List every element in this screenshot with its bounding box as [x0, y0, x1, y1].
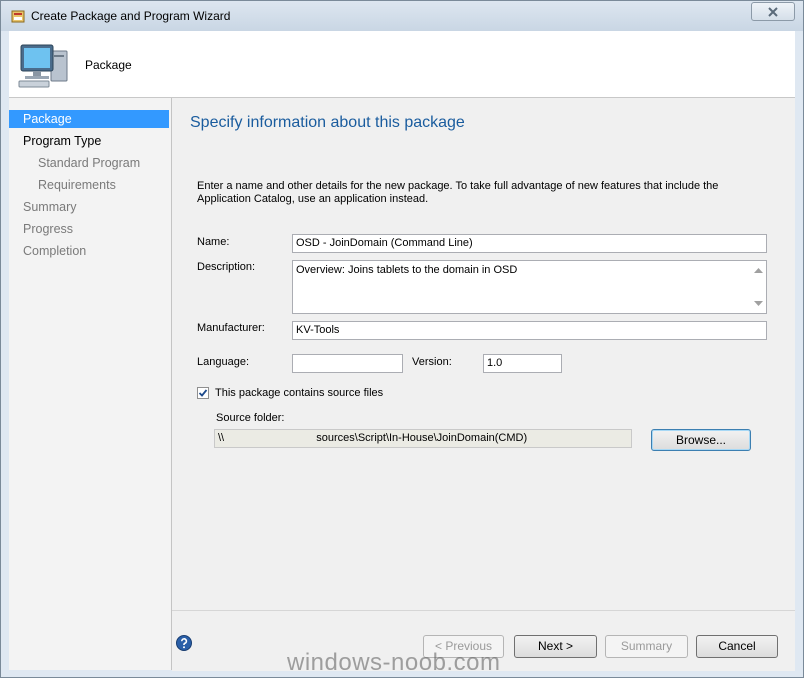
- description-label: Description:: [197, 261, 256, 273]
- source-files-checkbox[interactable]: [197, 387, 209, 399]
- browse-button[interactable]: Browse...: [651, 429, 751, 451]
- nav-item-standard-program[interactable]: Standard Program: [9, 154, 169, 172]
- wizard-nav: Package Program Type Standard Program Re…: [9, 98, 172, 670]
- nav-item-program-type[interactable]: Program Type: [9, 132, 169, 150]
- nav-item-package[interactable]: Package: [9, 110, 169, 128]
- manufacturer-label: Manufacturer:: [197, 322, 265, 334]
- watermark: windows-noob.com: [287, 649, 501, 676]
- name-field[interactable]: OSD - JoinDomain (Command Line): [292, 234, 767, 253]
- description-field[interactable]: Overview: Joins tablets to the domain in…: [292, 260, 767, 314]
- version-label: Version:: [412, 356, 452, 368]
- language-field[interactable]: [292, 354, 403, 373]
- close-icon: [768, 6, 778, 17]
- title-bar[interactable]: Create Package and Program Wizard: [1, 1, 803, 31]
- source-folder-prefix: \\: [218, 432, 225, 444]
- wizard-window: Create Package and Program Wizard Packag…: [0, 0, 804, 678]
- manufacturer-field[interactable]: KV-Tools: [292, 321, 767, 340]
- wizard-content: Specify information about this package E…: [172, 98, 795, 610]
- description-text: Overview: Joins tablets to the domain in…: [296, 264, 518, 276]
- redacted-server-name: [227, 430, 313, 441]
- next-button[interactable]: Next >: [514, 635, 597, 658]
- summary-button[interactable]: Summary: [605, 635, 688, 658]
- checkmark-icon: [198, 389, 208, 397]
- computer-icon: [18, 44, 68, 88]
- language-label: Language:: [197, 356, 249, 368]
- nav-item-completion[interactable]: Completion: [9, 242, 169, 260]
- version-field[interactable]: 1.0: [483, 354, 562, 373]
- nav-item-requirements[interactable]: Requirements: [9, 176, 169, 194]
- help-icon[interactable]: [176, 635, 192, 651]
- header-title: Package: [85, 58, 132, 72]
- nav-item-progress[interactable]: Progress: [9, 220, 169, 238]
- name-label: Name:: [197, 236, 230, 248]
- source-files-label: This package contains source files: [215, 387, 384, 399]
- page-title: Specify information about this package: [190, 114, 465, 131]
- source-folder-path: sources\Script\In-House\JoinDomain(CMD): [316, 432, 528, 444]
- source-folder-label: Source folder:: [216, 412, 285, 424]
- wizard-app-icon: [11, 10, 25, 23]
- intro-text: Enter a name and other details for the n…: [197, 180, 719, 205]
- description-scrollbar[interactable]: [751, 261, 766, 313]
- scroll-down-icon: [754, 301, 763, 306]
- close-button[interactable]: [751, 2, 795, 21]
- window-title: Create Package and Program Wizard: [31, 9, 231, 23]
- cancel-button[interactable]: Cancel: [696, 635, 778, 658]
- scroll-up-icon: [754, 268, 763, 273]
- nav-item-summary[interactable]: Summary: [9, 198, 169, 216]
- source-folder-field[interactable]: \\ sources\Script\In-House\JoinDomain(CM…: [214, 429, 632, 448]
- wizard-header: Package: [9, 31, 795, 98]
